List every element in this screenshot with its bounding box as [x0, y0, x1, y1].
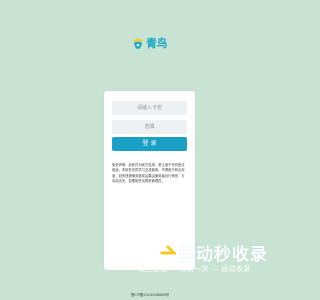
card-key-input[interactable] [112, 101, 187, 115]
icp-footer[interactable]: 晋ICP备2024008888号 [0, 293, 300, 298]
logo-text: 青鸟 [146, 37, 168, 50]
brand-logo-icon [130, 240, 176, 265]
site-logo: 青鸟 [132, 34, 172, 52]
bird-icon [133, 38, 143, 49]
watermark-subtitle: 做上链接 — 来访一次 — 自动收录 [138, 265, 251, 273]
disclaimer-text: 免责声明：此软件为我方自用，禁止用于任何违法用途，本软件仅供学习交流使用，不得用… [112, 163, 185, 183]
watermark: 自动秒收录 做上链接 — 来访一次 — 自动收录 [128, 237, 280, 281]
watermark-title: 自动秒收录 [178, 245, 268, 265]
captcha-input[interactable] [112, 120, 187, 134]
login-button[interactable]: 登 录 [112, 137, 187, 151]
